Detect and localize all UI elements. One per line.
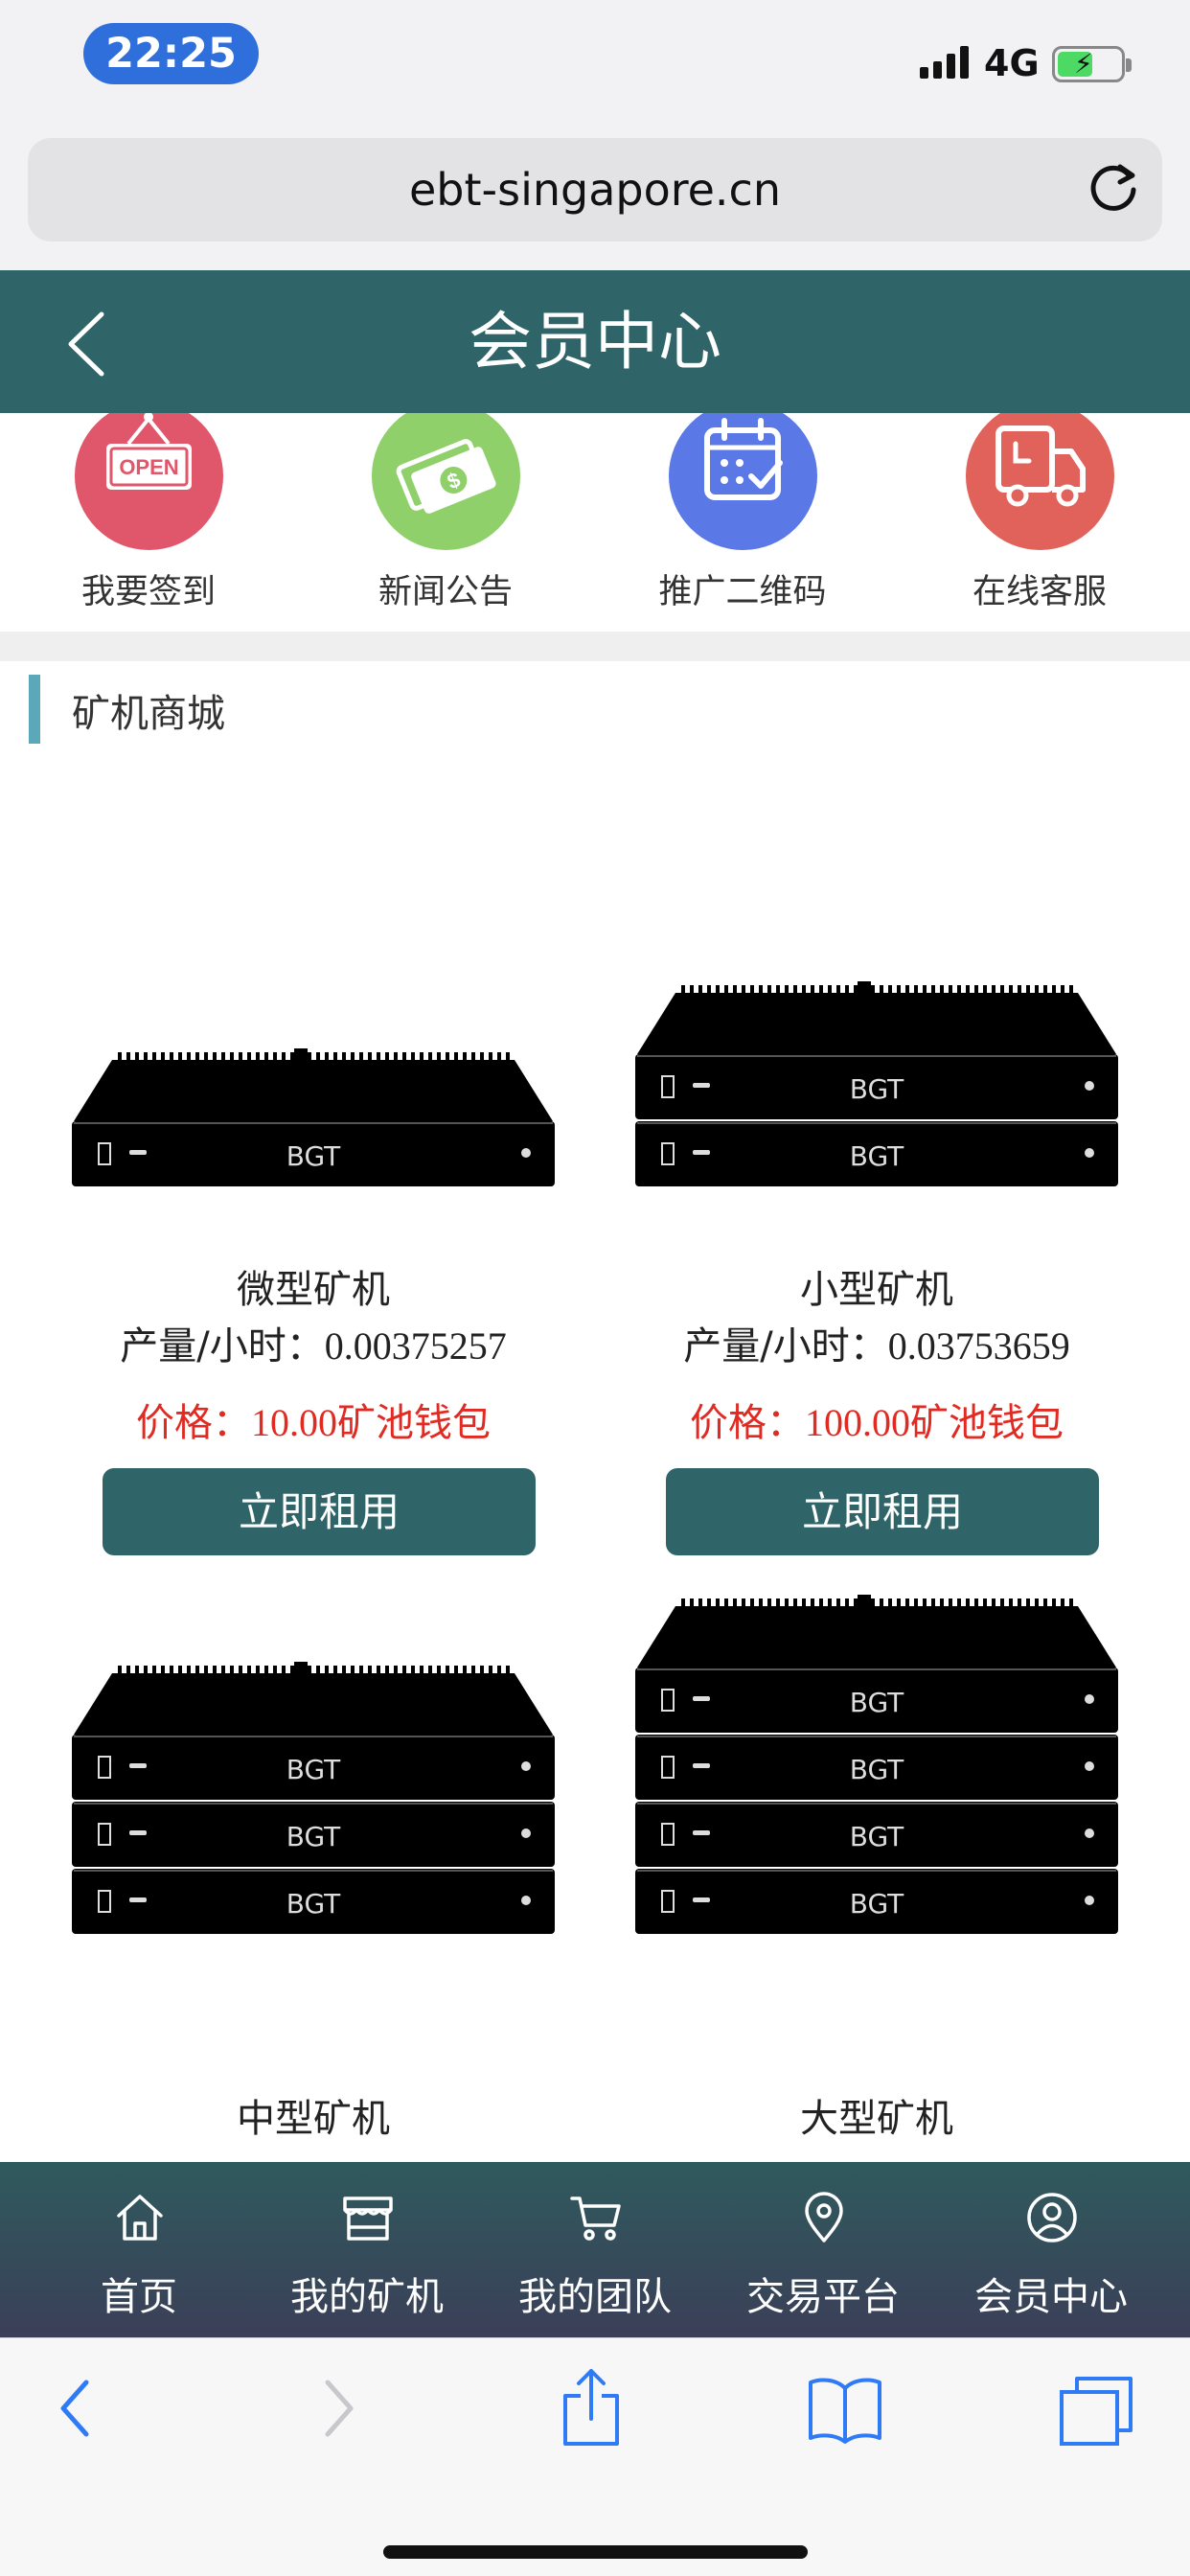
miner-brand-label: BGT [850,1888,904,1920]
miner-unit: BGT [635,1668,1118,1733]
miner-brand-label: BGT [850,1754,904,1785]
cart-icon [570,2196,621,2241]
miner-heatsink [637,981,1116,1054]
product-name: 微型矿机 [237,1268,390,1312]
miner-heatsink [74,1048,553,1121]
quick-item-label: 我要签到 [80,573,216,611]
status-time: 22:25 [83,23,259,84]
nav-label: 首页 [101,2275,177,2319]
miner-brand-label: BGT [286,1821,341,1852]
product-name: 小型矿机 [800,1268,953,1312]
quick-item-label: 在线客服 [972,573,1107,611]
network-label: 4G [984,42,1040,84]
miner-unit: BGT [635,1869,1118,1934]
home-icon [117,2195,163,2241]
nav-home[interactable]: 首页 [25,2162,253,2337]
signal-icon [920,46,970,79]
browser-forward-icon[interactable] [314,2375,362,2442]
miner-unit: BGT [635,1054,1118,1119]
money-icon: $ [372,413,520,550]
bookmarks-icon[interactable] [807,2375,883,2444]
location-pin-icon [805,2192,843,2242]
page-title: 会员中心 [469,305,721,379]
miner-unit: BGT [635,1802,1118,1867]
miner-image: BGT [72,1048,555,1186]
product-price: 价格：100.00矿池钱包 [618,1392,1135,1447]
home-indicator [383,2545,808,2559]
nav-trading[interactable]: 交易平台 [709,2162,937,2337]
rent-button[interactable]: 立即租用 [666,1468,1099,1555]
miner-unit: BGT [72,1802,555,1867]
miner-brand-label: BGT [286,1754,341,1785]
svg-text:OPEN: OPEN [119,455,178,479]
price-value: 10.00 [251,1401,337,1444]
tabs-icon[interactable] [1058,2375,1134,2448]
miner-brand-label: BGT [850,1140,904,1172]
miner-image: BGT BGT [635,981,1118,1186]
miner-unit: BGT [635,1121,1118,1186]
section-accent-bar [29,675,40,744]
bottom-nav: 首页 我的矿机 我的团队 交易平台 会员中心 [0,2162,1190,2337]
rate-label: 产量/小时： [120,1324,325,1368]
nav-label: 会员中心 [974,2275,1128,2319]
nav-label: 我的矿机 [290,2275,444,2319]
status-bar: 22:25 4G ⚡ [0,0,1190,129]
delivery-truck-icon [966,413,1114,550]
rate-value: 0.03753659 [887,1324,1070,1368]
product-rate: 产量/小时：0.00375257 [55,1315,572,1370]
miner-unit: BGT [72,1735,555,1800]
miner-brand-label: BGT [850,1073,904,1105]
product-price: 价格：10.00矿池钱包 [55,1392,572,1447]
rate-label: 产量/小时： [683,1324,888,1368]
share-icon[interactable] [560,2367,623,2448]
product-rate: 产量/小时：0.03753659 [618,1315,1135,1370]
miner-brand-label: BGT [286,1140,341,1172]
section-title: 矿机商城 [72,692,225,736]
calendar-check-icon [669,413,817,550]
price-label: 价格： [136,1401,251,1445]
quick-item-label: 新闻公告 [378,573,513,611]
rent-button[interactable]: 立即租用 [103,1468,536,1555]
miner-unit: BGT [72,1121,555,1186]
miner-image: BGT BGT BGT [72,1662,555,1934]
price-label: 价格： [690,1401,805,1445]
user-circle-icon [1027,2193,1077,2242]
price-value: 100.00 [805,1401,910,1444]
store-icon [343,2196,393,2241]
product-name: 中型矿机 [237,2097,390,2141]
price-unit: 矿池钱包 [337,1401,491,1445]
reload-icon[interactable] [1086,161,1141,217]
miner-brand-label: BGT [286,1888,341,1920]
miner-brand-label: BGT [850,1821,904,1852]
open-sign-icon: OPEN [75,413,223,550]
miner-unit: BGT [72,1869,555,1934]
battery-icon: ⚡ [1052,46,1132,82]
nav-label: 我的团队 [518,2275,672,2319]
address-bar[interactable]: ebt-singapore.cn [28,138,1162,242]
nav-label: 交易平台 [746,2275,900,2319]
nav-my-team[interactable]: 我的团队 [481,2162,709,2337]
product-name: 大型矿机 [800,2097,953,2141]
miner-brand-label: BGT [850,1687,904,1718]
miner-heatsink [74,1662,553,1735]
miner-unit: BGT [635,1735,1118,1800]
section-divider [0,632,1190,661]
miner-shop: 矿机商城 BGT 微型矿机 产量/小时：0.00375257 价格：10.00矿… [0,661,1190,2162]
miner-heatsink [637,1595,1116,1668]
browser-toolbar [0,2337,1190,2576]
rate-value: 0.00375257 [324,1324,507,1368]
page-header: 会员中心 [0,270,1190,413]
quick-item-label: 推广二维码 [658,573,827,611]
browser-back-icon[interactable] [52,2375,100,2442]
miner-image: BGT BGT BGT BGT [635,1595,1118,1934]
nav-member-center[interactable]: 会员中心 [937,2162,1165,2337]
nav-my-miners[interactable]: 我的矿机 [253,2162,481,2337]
quick-menu: OPEN 我要签到 $ 新闻公告 推广二维码 在线客服 [0,413,1190,632]
price-unit: 矿池钱包 [910,1401,1064,1445]
url-text[interactable]: ebt-singapore.cn [28,138,1162,242]
